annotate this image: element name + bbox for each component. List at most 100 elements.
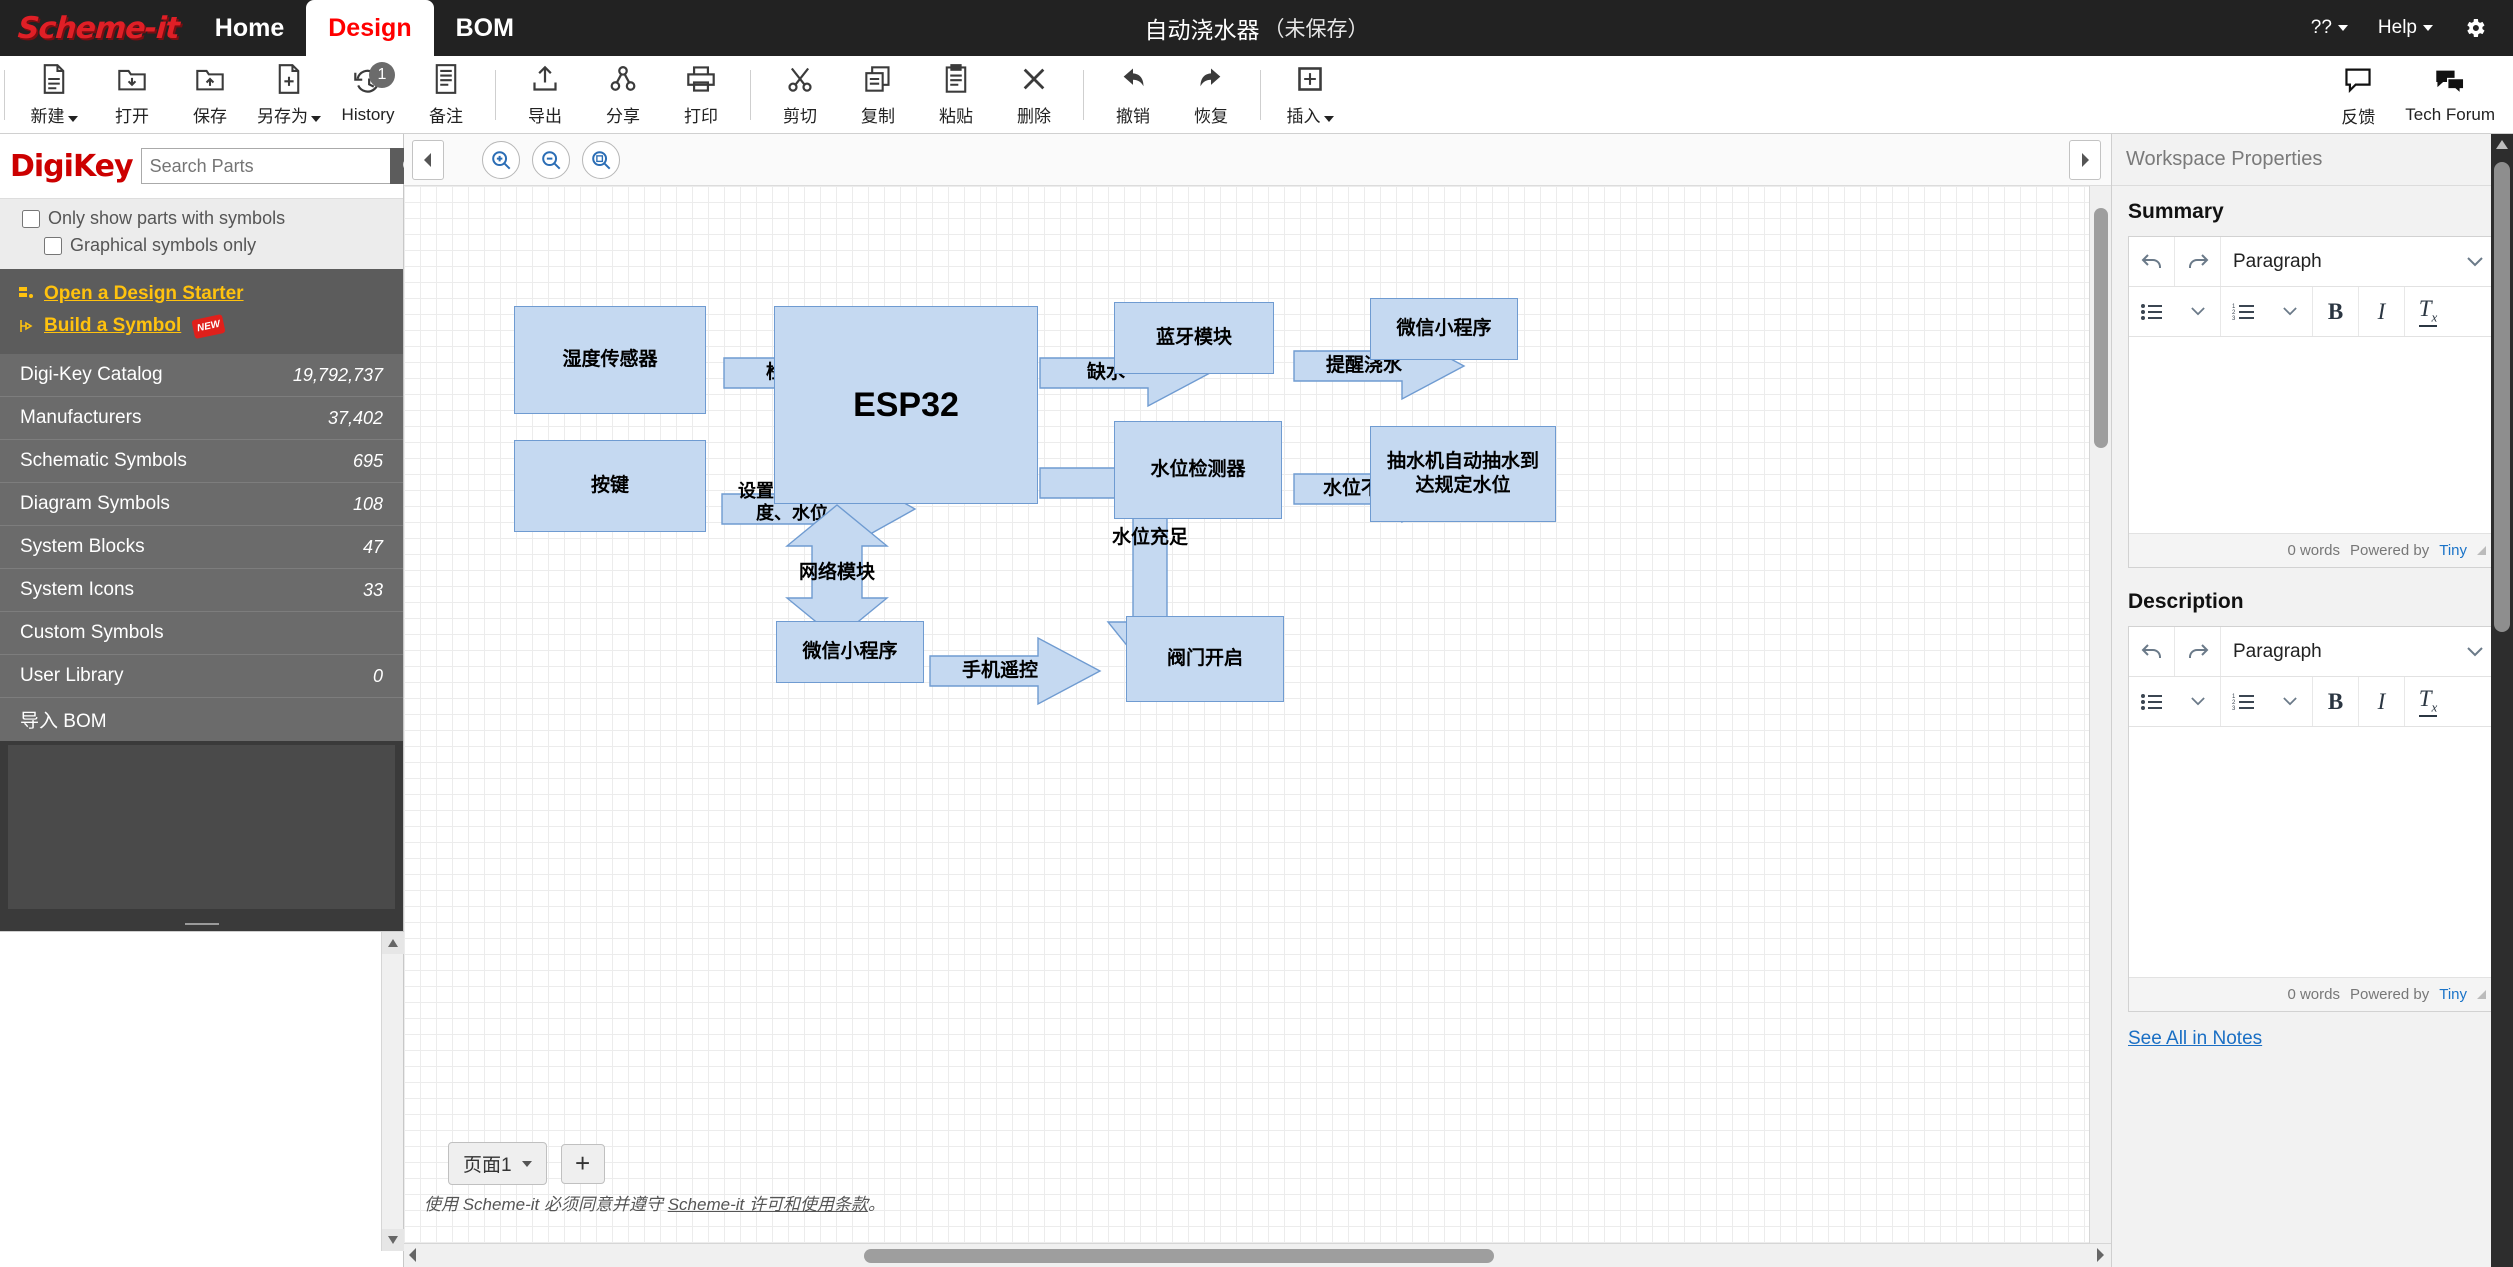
see-all-in-notes-link[interactable]: See All in Notes bbox=[2128, 1028, 2513, 1050]
scheme-it-logo[interactable]: Scheme-it bbox=[0, 0, 195, 56]
description-text-area[interactable] bbox=[2129, 727, 2496, 977]
nav-tab-bom[interactable]: BOM bbox=[434, 0, 536, 56]
catalog-row-system-icons[interactable]: System Icons 33 bbox=[0, 569, 403, 612]
right-panel-scrollbar[interactable] bbox=[2491, 134, 2513, 1267]
toolbar-delete-button[interactable]: 删除 bbox=[995, 56, 1073, 134]
summary-bullet-list-button[interactable] bbox=[2129, 287, 2175, 336]
open-design-starter-link[interactable]: Open a Design Starter bbox=[44, 283, 244, 305]
zoom-fit-button[interactable] bbox=[582, 140, 620, 179]
panel-resize-handle[interactable] bbox=[184, 923, 219, 925]
link-open-design-starter[interactable]: Open a Design Starter bbox=[0, 278, 403, 310]
description-tiny-link[interactable]: Tiny bbox=[2439, 986, 2467, 1003]
zoom-in-button[interactable] bbox=[482, 140, 520, 179]
diagram-node-wechat-miniprogram-top[interactable]: 微信小程序 bbox=[1370, 298, 1518, 360]
zoom-out-button[interactable] bbox=[532, 140, 570, 179]
only-parts-with-symbols-checkbox[interactable] bbox=[22, 209, 40, 228]
diagram-node-esp32[interactable]: ESP32 bbox=[774, 306, 1038, 504]
toolbar-history-button[interactable]: 1 History bbox=[329, 56, 407, 134]
toolbar-notes-button[interactable]: 备注 bbox=[407, 56, 485, 134]
summary-clear-format-button[interactable]: Tx bbox=[2405, 287, 2451, 336]
settings-button[interactable] bbox=[2451, 16, 2499, 40]
graphical-symbols-only-checkbox[interactable] bbox=[44, 236, 62, 255]
build-a-symbol-link[interactable]: Build a Symbol bbox=[44, 315, 181, 337]
diagram-node-bluetooth-module[interactable]: 蓝牙模块 bbox=[1114, 302, 1274, 374]
diagram-grid[interactable]: 检测湿度 设置规定的湿度、水位 缺水 bbox=[404, 186, 2089, 1243]
toolbar-feedback-button[interactable]: 反馈 bbox=[2319, 56, 2397, 134]
canvas-horizontal-scrollbar[interactable] bbox=[404, 1243, 2111, 1267]
search-input[interactable] bbox=[140, 148, 390, 184]
hscroll-left-arrow[interactable] bbox=[408, 1248, 418, 1267]
scroll-down-arrow[interactable] bbox=[382, 1229, 404, 1251]
filter-graphical-symbols-only[interactable]: Graphical symbols only bbox=[0, 232, 403, 259]
description-numbered-list-dropdown[interactable] bbox=[2267, 677, 2313, 726]
diagram-node-wechat-miniprogram-bottom[interactable]: 微信小程序 bbox=[776, 621, 924, 683]
toolbar-save-as-button[interactable]: 另存为 bbox=[249, 56, 329, 134]
summary-italic-button[interactable]: I bbox=[2359, 287, 2405, 336]
description-resize-handle[interactable] bbox=[2477, 990, 2486, 999]
account-menu[interactable]: ?? bbox=[2299, 17, 2360, 39]
description-bullet-list-dropdown[interactable] bbox=[2175, 677, 2221, 726]
canvas-vertical-scrollbar[interactable] bbox=[2089, 186, 2111, 1243]
collapse-right-panel-button[interactable] bbox=[2069, 140, 2101, 180]
canvas-vscroll-thumb[interactable] bbox=[2094, 208, 2108, 448]
nav-tab-design[interactable]: Design bbox=[306, 0, 434, 56]
sidebar-scrollbar[interactable] bbox=[381, 932, 404, 1251]
description-format-select[interactable]: Paragraph bbox=[2221, 627, 2496, 676]
toolbar-new-button[interactable]: 新建 bbox=[15, 56, 93, 134]
toolbar-open-button[interactable]: 打开 bbox=[93, 56, 171, 134]
toolbar-cut-button[interactable]: 剪切 bbox=[761, 56, 839, 134]
catalog-row-schematic-symbols[interactable]: Schematic Symbols 695 bbox=[0, 440, 403, 483]
summary-numbered-list-button[interactable]: 123 bbox=[2221, 287, 2267, 336]
summary-format-select[interactable]: Paragraph bbox=[2221, 237, 2496, 286]
description-italic-button[interactable]: I bbox=[2359, 677, 2405, 726]
catalog-row-diagram-symbols[interactable]: Diagram Symbols 108 bbox=[0, 483, 403, 526]
hscroll-right-arrow[interactable] bbox=[2095, 1248, 2105, 1267]
summary-bold-button[interactable]: B bbox=[2313, 287, 2359, 336]
help-menu[interactable]: Help bbox=[2366, 17, 2445, 39]
toolbar-paste-button[interactable]: 粘贴 bbox=[917, 56, 995, 134]
diagram-node-water-level-detector[interactable]: 水位检测器 bbox=[1114, 421, 1282, 519]
toolbar-share-button[interactable]: 分享 bbox=[584, 56, 662, 134]
toolbar-export-button[interactable]: 导出 bbox=[506, 56, 584, 134]
diagram-node-pump-auto-fill[interactable]: 抽水机自动抽水到达规定水位 bbox=[1370, 426, 1556, 522]
summary-undo-button[interactable] bbox=[2129, 237, 2175, 286]
legal-terms-link[interactable]: Scheme-it 许可和使用条款 bbox=[668, 1195, 868, 1214]
summary-bullet-list-dropdown[interactable] bbox=[2175, 287, 2221, 336]
toolbar-redo-button[interactable]: 恢复 bbox=[1172, 56, 1250, 134]
link-build-a-symbol[interactable]: Build a Symbol NEW bbox=[0, 310, 403, 342]
right-panel-scroll-thumb[interactable] bbox=[2494, 162, 2510, 632]
description-numbered-list-button[interactable]: 123 bbox=[2221, 677, 2267, 726]
toolbar-save-button[interactable]: 保存 bbox=[171, 56, 249, 134]
summary-redo-button[interactable] bbox=[2175, 237, 2221, 286]
summary-numbered-list-dropdown[interactable] bbox=[2267, 287, 2313, 336]
summary-text-area[interactable] bbox=[2129, 337, 2496, 533]
toolbar-insert-button[interactable]: 插入 bbox=[1271, 56, 1349, 134]
toolbar-print-button[interactable]: 打印 bbox=[662, 56, 740, 134]
catalog-row-custom-symbols[interactable]: Custom Symbols bbox=[0, 612, 403, 655]
toolbar-undo-button[interactable]: 撤销 bbox=[1094, 56, 1172, 134]
canvas-hscroll-thumb[interactable] bbox=[864, 1249, 1494, 1263]
description-undo-button[interactable] bbox=[2129, 627, 2175, 676]
catalog-row-system-blocks[interactable]: System Blocks 47 bbox=[0, 526, 403, 569]
diagram-node-button[interactable]: 按键 bbox=[514, 440, 706, 532]
description-redo-button[interactable] bbox=[2175, 627, 2221, 676]
add-page-button[interactable]: + bbox=[560, 1143, 605, 1184]
summary-tiny-link[interactable]: Tiny bbox=[2439, 542, 2467, 559]
toolbar-copy-button[interactable]: 复制 bbox=[839, 56, 917, 134]
description-clear-format-button[interactable]: Tx bbox=[2405, 677, 2451, 726]
nav-tab-home[interactable]: Home bbox=[193, 0, 306, 56]
description-bullet-list-button[interactable] bbox=[2129, 677, 2175, 726]
diagram-node-humidity-sensor[interactable]: 湿度传感器 bbox=[514, 306, 706, 414]
import-bom-button[interactable]: 导入 BOM bbox=[0, 698, 403, 741]
toolbar-tech-forum-button[interactable]: Tech Forum bbox=[2397, 56, 2503, 134]
page-tab-1[interactable]: 页面1 bbox=[448, 1142, 547, 1185]
collapse-left-panel-button[interactable] bbox=[412, 140, 444, 180]
diagram-node-valve-open[interactable]: 阀门开启 bbox=[1126, 616, 1284, 702]
catalog-row-digikey-catalog[interactable]: Digi-Key Catalog 19,792,737 bbox=[0, 354, 403, 397]
catalog-row-user-library[interactable]: User Library 0 bbox=[0, 655, 403, 698]
description-bold-button[interactable]: B bbox=[2313, 677, 2359, 726]
filter-only-parts-with-symbols[interactable]: Only show parts with symbols bbox=[0, 205, 403, 232]
scroll-up-arrow[interactable] bbox=[382, 932, 404, 954]
scroll-up-arrow[interactable] bbox=[2496, 140, 2508, 149]
catalog-row-manufacturers[interactable]: Manufacturers 37,402 bbox=[0, 397, 403, 440]
